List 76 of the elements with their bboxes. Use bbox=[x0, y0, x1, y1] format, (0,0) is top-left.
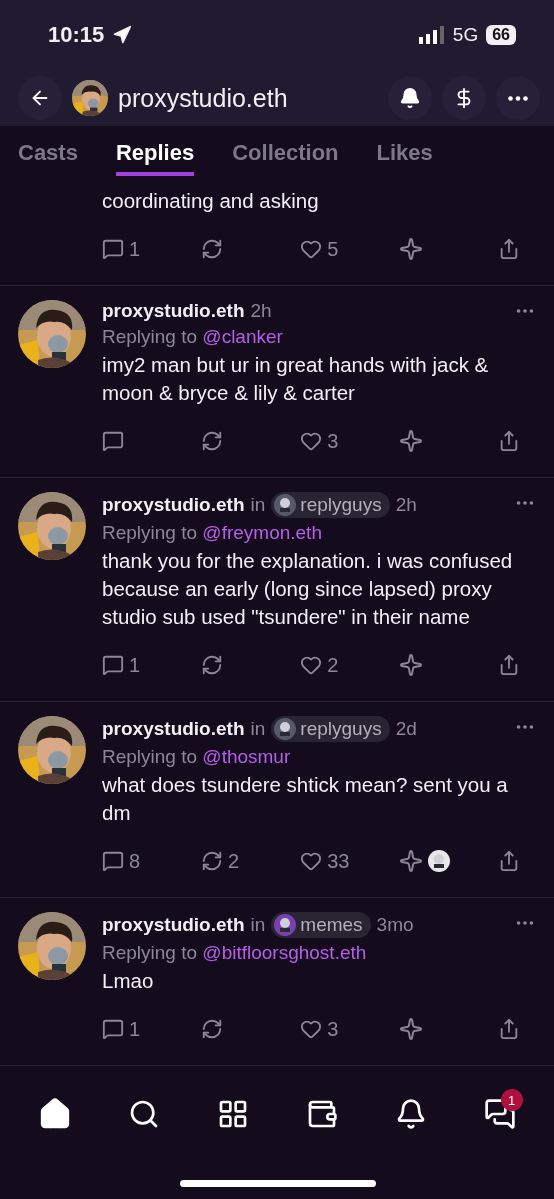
recast-button[interactable]: 2 bbox=[201, 849, 301, 873]
sparkle-icon bbox=[399, 1017, 424, 1041]
post-time: 2h bbox=[395, 494, 417, 516]
in-label: in bbox=[250, 494, 266, 516]
network-label: 5G bbox=[452, 24, 479, 46]
post-time: 2d bbox=[395, 718, 417, 740]
status-time: 10:15 bbox=[48, 22, 105, 48]
heart-icon bbox=[300, 850, 323, 872]
channel-chip[interactable]: replyguys bbox=[271, 716, 390, 742]
channel-chip[interactable]: replyguys bbox=[271, 492, 390, 518]
profile-tab[interactable]: Likes bbox=[376, 134, 433, 176]
post-text: thank you for the explanation. i was confused because an early (long since lapsed) proxy studio sub used "tsundere" in their name bbox=[102, 548, 514, 630]
in-label: in bbox=[250, 914, 266, 936]
comment-icon bbox=[102, 850, 124, 872]
author-name[interactable]: proxystudio.eth bbox=[102, 718, 245, 740]
profile-title: proxystudio.eth bbox=[118, 83, 289, 113]
heart-icon bbox=[300, 430, 323, 452]
sparkle-icon bbox=[399, 429, 424, 453]
post-text: imy2 man but ur in great hands with jack & moon & bryce & lily & carter bbox=[102, 352, 490, 406]
tip-button[interactable] bbox=[442, 76, 486, 120]
reply-button[interactable]: 8 bbox=[102, 849, 202, 873]
mention-link[interactable]: @clanker bbox=[202, 326, 283, 347]
post-time: 2h bbox=[250, 300, 272, 322]
like-button[interactable]: 3 bbox=[300, 1017, 400, 1041]
author-name[interactable]: proxystudio.eth bbox=[102, 494, 245, 516]
post-text: Lmao bbox=[102, 968, 155, 994]
mention-link[interactable]: @freymon.eth bbox=[202, 522, 322, 543]
profile-tab[interactable]: Casts bbox=[18, 134, 78, 176]
like-button[interactable]: 5 bbox=[300, 237, 400, 261]
replying-to-line: Replying to @thosmur bbox=[102, 746, 292, 768]
replying-to-line: Replying to @freymon.eth bbox=[102, 522, 323, 544]
bell-icon bbox=[399, 87, 421, 109]
author-name[interactable]: proxystudio.eth bbox=[102, 914, 245, 936]
heart-icon bbox=[300, 654, 323, 676]
replying-to-line: Replying to @bitfloorsghost.eth bbox=[102, 942, 368, 964]
like-button[interactable]: 2 bbox=[300, 653, 400, 677]
mention-link[interactable]: @bitfloorsghost.eth bbox=[202, 942, 367, 963]
unread-badge: 1 bbox=[500, 1089, 523, 1111]
sparkle-icon bbox=[399, 653, 424, 677]
channel-chip[interactable]: memes bbox=[271, 912, 371, 938]
reply-button[interactable]: 1 bbox=[102, 237, 202, 261]
recast-icon bbox=[201, 850, 224, 872]
recast-icon bbox=[201, 654, 224, 676]
like-button[interactable]: 3 bbox=[300, 429, 400, 453]
comment-icon bbox=[102, 430, 124, 452]
comment-icon bbox=[102, 238, 124, 260]
messages-tab[interactable]: 1 bbox=[474, 1089, 525, 1139]
comment-icon bbox=[102, 1018, 124, 1040]
sparkle-icon bbox=[399, 849, 424, 873]
post-text: coordinating and asking bbox=[102, 188, 320, 214]
recast-icon bbox=[201, 430, 224, 452]
sparkle-icon bbox=[399, 237, 424, 261]
profile-tab[interactable]: Collection bbox=[232, 134, 339, 176]
in-label: in bbox=[250, 718, 266, 740]
reply-button[interactable]: 1 bbox=[102, 653, 202, 677]
author-name[interactable]: proxystudio.eth bbox=[102, 300, 245, 322]
recast-icon bbox=[201, 1018, 224, 1040]
notifications-button[interactable] bbox=[388, 76, 432, 120]
signal-icon bbox=[418, 26, 445, 44]
mention-link[interactable]: @thosmur bbox=[202, 746, 291, 767]
heart-icon bbox=[300, 1018, 323, 1040]
more-icon bbox=[508, 95, 528, 101]
reply-button[interactable]: 1 bbox=[102, 1017, 202, 1041]
recast-icon bbox=[201, 238, 224, 260]
more-button[interactable] bbox=[496, 76, 540, 120]
location-icon bbox=[112, 25, 133, 45]
post-text: what does tsundere shtick mean? sent you a dm bbox=[102, 772, 509, 826]
battery-level: 66 bbox=[486, 25, 516, 45]
back-button[interactable] bbox=[18, 76, 62, 120]
heart-icon bbox=[300, 238, 323, 260]
profile-tab[interactable]: Replies bbox=[115, 134, 195, 176]
like-button[interactable]: 33 bbox=[300, 849, 400, 873]
replying-to-line: Replying to @clanker bbox=[102, 326, 284, 348]
chat-bubbles-icon bbox=[483, 1098, 516, 1130]
post-time: 3mo bbox=[376, 914, 414, 936]
comment-icon bbox=[102, 654, 124, 676]
